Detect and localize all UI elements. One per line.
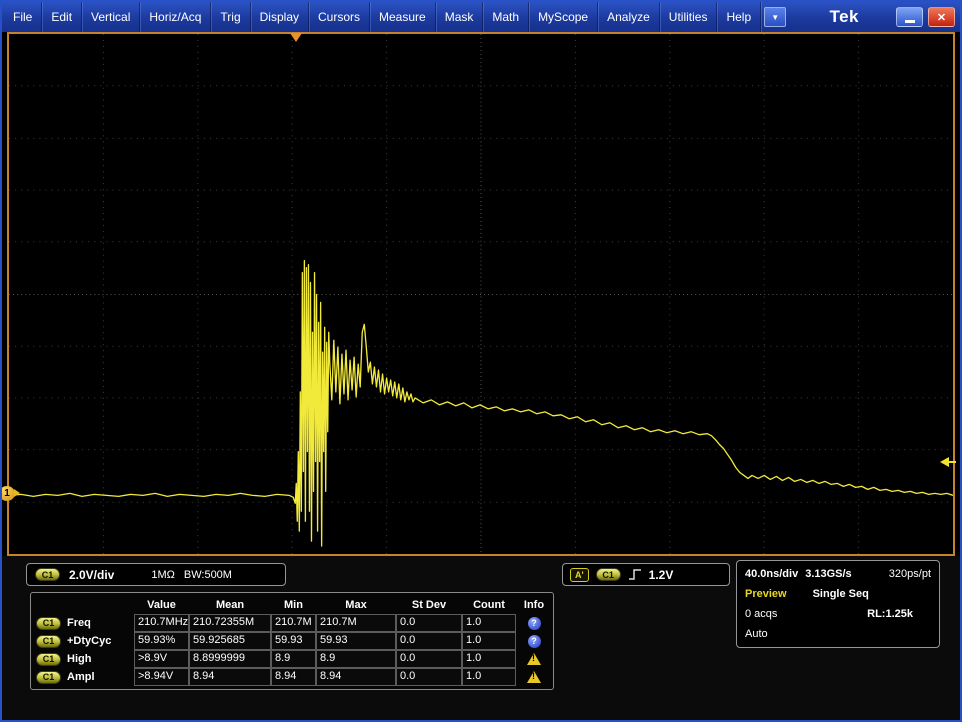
min-cell: 210.7M — [271, 614, 316, 632]
acquisition-count: 0 acqs — [745, 608, 777, 620]
bandwidth-limit: BW:500M — [184, 569, 232, 581]
waveform-display[interactable]: 1 — [7, 32, 955, 556]
value-cell: 59.93% — [134, 632, 189, 650]
channel-readout[interactable]: C1 2.0V/div 1MΩ BW:500M — [26, 563, 286, 586]
measurement-row-ampl: C1 Ampl >8.94V 8.94 8.94 8.94 0.0 1.0 — [32, 668, 552, 686]
min-cell: 8.94 — [271, 668, 316, 686]
close-button[interactable]: ✕ — [928, 7, 955, 27]
rising-edge-slope-icon — [628, 568, 642, 581]
minimize-button[interactable] — [896, 7, 923, 27]
status-area: C1 2.0V/div 1MΩ BW:500M A' C1 1.2V 40.0n… — [2, 556, 960, 720]
menu-item-edit[interactable]: Edit — [42, 2, 82, 32]
count-cell: 1.0 — [462, 668, 516, 686]
measurement-table: Value Mean Min Max St Dev Count Info C1 … — [30, 592, 554, 690]
measurement-name: Freq — [67, 617, 91, 629]
close-icon: ✕ — [937, 11, 946, 24]
min-cell: 59.93 — [271, 632, 316, 650]
header-min: Min — [271, 599, 316, 611]
info-icon[interactable] — [528, 617, 541, 630]
max-cell: 59.93 — [316, 632, 396, 650]
trigger-level-arrow[interactable] — [940, 457, 956, 467]
menu-item-vertical[interactable]: Vertical — [82, 2, 140, 32]
trigger-source-badge[interactable]: A' — [570, 568, 589, 582]
header-value: Value — [134, 599, 189, 611]
count-cell: 1.0 — [462, 650, 516, 668]
channel1-badge[interactable]: C1 — [35, 568, 60, 581]
trigger-readout[interactable]: A' C1 1.2V — [562, 563, 730, 586]
menu-item-myscope[interactable]: MyScope — [529, 2, 598, 32]
measurement-name: Ampl — [67, 671, 95, 683]
menu-item-mask[interactable]: Mask — [436, 2, 484, 32]
input-impedance: 1MΩ — [151, 569, 175, 581]
oscilloscope-window: File Edit Vertical Horiz/Acq Trig Displa… — [0, 0, 962, 722]
trigger-position-marker[interactable] — [290, 33, 302, 42]
preview-status: Preview — [745, 588, 787, 600]
channel1-badge[interactable]: C1 — [36, 671, 61, 684]
menu-item-utilities[interactable]: Utilities — [660, 2, 718, 32]
menu-item-math[interactable]: Math — [483, 2, 529, 32]
trigger-channel-badge[interactable]: C1 — [596, 568, 621, 581]
warning-icon[interactable] — [527, 671, 541, 683]
mean-cell: 8.8999999 — [189, 650, 271, 668]
trigger-mode: Auto — [745, 628, 768, 640]
vertical-scale: 2.0V/div — [69, 568, 114, 582]
header-mean: Mean — [189, 599, 271, 611]
menu-bar: File Edit Vertical Horiz/Acq Trig Displa… — [2, 2, 960, 32]
menu-item-file[interactable]: File — [4, 2, 42, 32]
value-cell: >8.94V — [134, 668, 189, 686]
measurement-row-dtycyc: C1 +DtyCyc 59.93% 59.925685 59.93 59.93 … — [32, 632, 552, 650]
header-stdev: St Dev — [396, 599, 462, 611]
menu-item-trig[interactable]: Trig — [211, 2, 250, 32]
mean-cell: 8.94 — [189, 668, 271, 686]
header-info: Info — [516, 599, 552, 611]
value-cell: 210.7MHz — [134, 614, 189, 632]
menu-item-horiz-acq[interactable]: Horiz/Acq — [140, 2, 211, 32]
graticule — [9, 34, 953, 554]
warning-icon[interactable] — [527, 653, 541, 665]
value-cell: >8.9V — [134, 650, 189, 668]
header-max: Max — [316, 599, 396, 611]
sample-rate-value: 3.13GS/s — [805, 568, 851, 580]
channel1-badge[interactable]: C1 — [36, 617, 61, 630]
count-cell: 1.0 — [462, 632, 516, 650]
menu-item-measure[interactable]: Measure — [370, 2, 436, 32]
measurement-name: High — [67, 653, 91, 665]
measurement-table-header: Value Mean Min Max St Dev Count Info — [32, 595, 552, 614]
channel1-reference-marker[interactable]: 1 — [0, 486, 15, 501]
measurement-row-freq: C1 Freq 210.7MHz 210.72355M 210.7M 210.7… — [32, 614, 552, 632]
tek-logo: Tek — [829, 7, 859, 27]
count-cell: 1.0 — [462, 614, 516, 632]
stdev-cell: 0.0 — [396, 668, 462, 686]
measurement-row-high: C1 High >8.9V 8.8999999 8.9 8.9 0.0 1.0 — [32, 650, 552, 668]
trigger-level-value: 1.2V — [649, 568, 674, 582]
mean-cell: 210.72355M — [189, 614, 271, 632]
record-length: RL:1.25k — [867, 608, 913, 620]
stdev-cell: 0.0 — [396, 632, 462, 650]
max-cell: 8.94 — [316, 668, 396, 686]
min-cell: 8.9 — [271, 650, 316, 668]
resolution-value: 320ps/pt — [889, 568, 931, 580]
stdev-cell: 0.0 — [396, 650, 462, 668]
stdev-cell: 0.0 — [396, 614, 462, 632]
max-cell: 8.9 — [316, 650, 396, 668]
max-cell: 210.7M — [316, 614, 396, 632]
menu-dropdown-button[interactable]: ▼ — [764, 7, 786, 27]
mean-cell: 59.925685 — [189, 632, 271, 650]
channel1-badge[interactable]: C1 — [36, 635, 61, 648]
timebase-value: 40.0ns/div — [745, 568, 798, 580]
header-count: Count — [462, 599, 516, 611]
menu-item-cursors[interactable]: Cursors — [309, 2, 370, 32]
measurement-name: +DtyCyc — [67, 635, 111, 647]
chevron-down-icon: ▼ — [771, 13, 779, 22]
waveform-trace — [9, 261, 953, 546]
acquisition-mode: Single Seq — [813, 588, 869, 600]
info-icon[interactable] — [528, 635, 541, 648]
menu-item-analyze[interactable]: Analyze — [598, 2, 660, 32]
horizontal-acquisition-readout[interactable]: 40.0ns/div 3.13GS/s 320ps/pt Preview Sin… — [736, 560, 940, 648]
minimize-icon — [905, 20, 915, 23]
menu-item-help[interactable]: Help — [717, 2, 761, 32]
channel1-badge[interactable]: C1 — [36, 653, 61, 666]
menu-item-display[interactable]: Display — [251, 2, 309, 32]
